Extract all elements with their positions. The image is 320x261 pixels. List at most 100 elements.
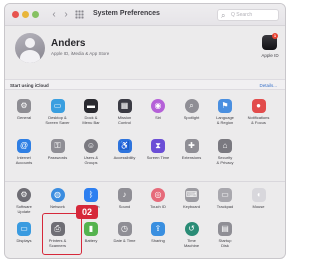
search-input[interactable]: ⌕ Q Search [217,9,279,21]
pane-label: Time Machine [183,238,200,248]
sharing-icon: ⇪ [151,222,165,236]
icloud-details-link[interactable]: Details... [259,83,277,88]
pane-label: Accessibility [113,155,136,160]
pane-internet-accounts[interactable]: @ Internet Accounts [9,139,39,175]
mouse-icon: ◖ [251,188,266,202]
pane-label: Network [50,204,65,209]
pane-touch-id[interactable]: ◎ Touch ID [143,188,173,224]
pane-general[interactable]: ⚙ General [9,99,39,135]
account-subtitle: Apple ID, iMedia & App Store [51,51,110,56]
pane-screen-time[interactable]: ⧗ Screen Time [143,139,173,175]
minimize-button[interactable] [22,11,29,18]
pane-siri[interactable]: ◉ Siri [143,99,173,135]
printers-highlight-box [42,213,82,255]
trackpad-icon: ▭ [218,188,232,202]
pane-label: Internet Accounts [15,155,33,165]
pane-label: Desktop & Screen Saver [45,115,70,125]
pane-label: Sound [118,204,131,209]
icloud-banner: Start using iCloud Details... [5,79,285,90]
notifications-icon: ● [251,99,266,113]
zoom-button[interactable] [32,11,39,18]
mission-control-icon: ▦ [117,99,132,113]
account-header: Anders Apple ID, iMedia & App Store 1 Ap… [5,26,285,74]
pane-spotlight[interactable]: ⌕ Spotlight [177,99,207,135]
pane-label: Trackpad [216,204,234,209]
pane-label: Date & Time [113,238,136,243]
show-all-grid-icon[interactable] [75,10,84,19]
pane-dock[interactable]: ▬ Dock & Menu Bar [76,99,106,135]
avatar[interactable] [15,33,45,63]
passwords-icon: ⚿ [50,139,65,153]
time-machine-icon: ↺ [184,222,199,236]
touch-id-icon: ◎ [151,188,165,202]
pane-mission-control[interactable]: ▦ Mission Control [110,99,140,135]
account-name: Anders [51,38,86,49]
apple-id-label: Apple ID [261,53,279,58]
pane-security[interactable]: ⌂ Security & Privacy [210,139,240,175]
pane-sharing[interactable]: ⇪ Sharing [143,222,173,258]
search-icon: ⌕ [221,11,226,20]
pane-displays[interactable]: ▭ Displays [9,222,39,258]
date-time-icon: ◷ [117,222,132,236]
pane-date-time[interactable]: ◷ Date & Time [110,222,140,258]
pane-language[interactable]: ⚑ Language & Region [210,99,240,135]
pane-mouse[interactable]: ◖ Mouse [244,188,274,224]
pane-label: Language & Region [216,115,234,125]
pane-label: Startup Disk [218,238,232,248]
pane-label: Keyboard [182,204,201,209]
pane-label: Notifications & Focus [247,115,270,125]
step-callout: 02 [76,205,98,219]
pane-notifications[interactable]: ● Notifications & Focus [244,99,274,135]
pane-label: Extensions [181,155,202,160]
accessibility-icon: ♿ [117,139,132,153]
close-button[interactable] [12,11,19,18]
icloud-banner-text: Start using iCloud [10,83,49,88]
pane-users[interactable]: ☺ Users & Groups [76,139,106,175]
siri-icon: ◉ [151,99,165,113]
pane-label: Passwords [47,155,68,160]
language-icon: ⚑ [218,99,232,113]
screen-time-icon: ⧗ [151,139,165,153]
pane-sound[interactable]: ♪ Sound [110,188,140,224]
pane-extensions[interactable]: ✚ Extensions [177,139,207,175]
internet-accounts-icon: @ [17,139,31,153]
battery-icon: ▮ [84,222,98,236]
pane-label: Dock & Menu Bar [82,115,100,125]
spotlight-icon: ⌕ [184,99,199,113]
pane-label: Users & Groups [83,155,99,165]
window-title: System Preferences [93,10,160,17]
section-divider [5,181,285,182]
extensions-icon: ✚ [184,139,199,153]
pane-label: General [16,115,32,120]
bluetooth-icon: ᛒ [84,188,98,202]
pane-label: Spotlight [183,115,200,120]
pane-label: Displays [16,238,32,243]
search-placeholder: Q Search [231,12,253,18]
avatar-body-shape [20,50,40,63]
general-icon: ⚙ [17,99,31,113]
pane-accessibility[interactable]: ♿ Accessibility [110,139,140,175]
pane-label: Mission Control [117,115,132,125]
network-icon: ◍ [50,188,65,202]
pane-label: Software Update [16,204,32,214]
keyboard-icon: ⌨ [184,188,199,202]
desktop-icon: ▭ [50,99,65,113]
pane-label: Sharing [151,238,165,243]
avatar-head-shape [25,38,35,48]
preferences-row-2: @ Internet Accounts ⚿ Passwords ☺ Users & Gro… [5,139,285,175]
pane-label: Mouse [252,204,265,209]
apple-id-badge: 1 [272,33,278,39]
pane-software-update[interactable]: ⚙ Software Update [9,188,39,224]
pane-time-machine[interactable]: ↺ Time Machine [177,222,207,258]
forward-icon[interactable]: › [61,8,71,21]
pane-desktop[interactable]: ▭ Desktop & Screen Saver [43,99,73,135]
back-icon[interactable]: ‹ [49,8,59,21]
software-update-icon: ⚙ [17,188,31,202]
security-icon: ⌂ [218,139,232,153]
pane-trackpad[interactable]: ▭ Trackpad [210,188,240,224]
pane-passwords[interactable]: ⚿ Passwords [43,139,73,175]
pane-startup-disk[interactable]: ▤ Startup Disk [210,222,240,258]
title-bar: ‹ › System Preferences ⌕ Q Search [5,4,285,26]
pane-label: Siri [155,115,161,120]
pane-keyboard[interactable]: ⌨ Keyboard [177,188,207,224]
